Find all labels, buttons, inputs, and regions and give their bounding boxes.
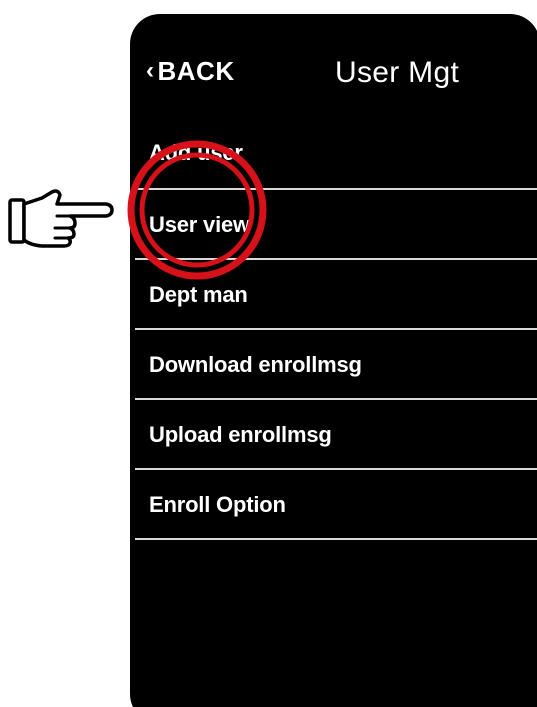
menu-item-add-user[interactable]: Add user (135, 118, 537, 188)
back-button[interactable]: ‹ BACK (146, 56, 235, 87)
menu-item-label: Enroll Option (149, 492, 286, 517)
menu-item-dept-man[interactable]: Dept man (135, 258, 537, 328)
menu-divider (135, 538, 537, 540)
chevron-left-icon: ‹ (146, 56, 155, 84)
menu-item-label: Dept man (149, 282, 248, 307)
screenshot-stage: ‹ BACK User Mgt Add user User view Dept … (0, 0, 537, 707)
menu-item-enroll-option[interactable]: Enroll Option (135, 468, 537, 538)
header-bar: ‹ BACK User Mgt (130, 14, 537, 118)
menu-item-upload-enrollmsg[interactable]: Upload enrollmsg (135, 398, 537, 468)
menu-item-label: Upload enrollmsg (149, 422, 332, 447)
menu-item-user-view[interactable]: User view (135, 188, 537, 258)
pointing-hand-icon (8, 189, 114, 248)
device-screen: ‹ BACK User Mgt Add user User view Dept … (130, 14, 537, 707)
menu-item-download-enrollmsg[interactable]: Download enrollmsg (135, 328, 537, 398)
menu-item-label: User view (149, 212, 250, 237)
user-mgt-menu: Add user User view Dept man Download enr… (135, 118, 537, 540)
menu-item-label: Add user (149, 140, 243, 165)
menu-item-label: Download enrollmsg (149, 352, 362, 377)
page-title: User Mgt (335, 56, 460, 89)
back-label: BACK (157, 56, 235, 86)
